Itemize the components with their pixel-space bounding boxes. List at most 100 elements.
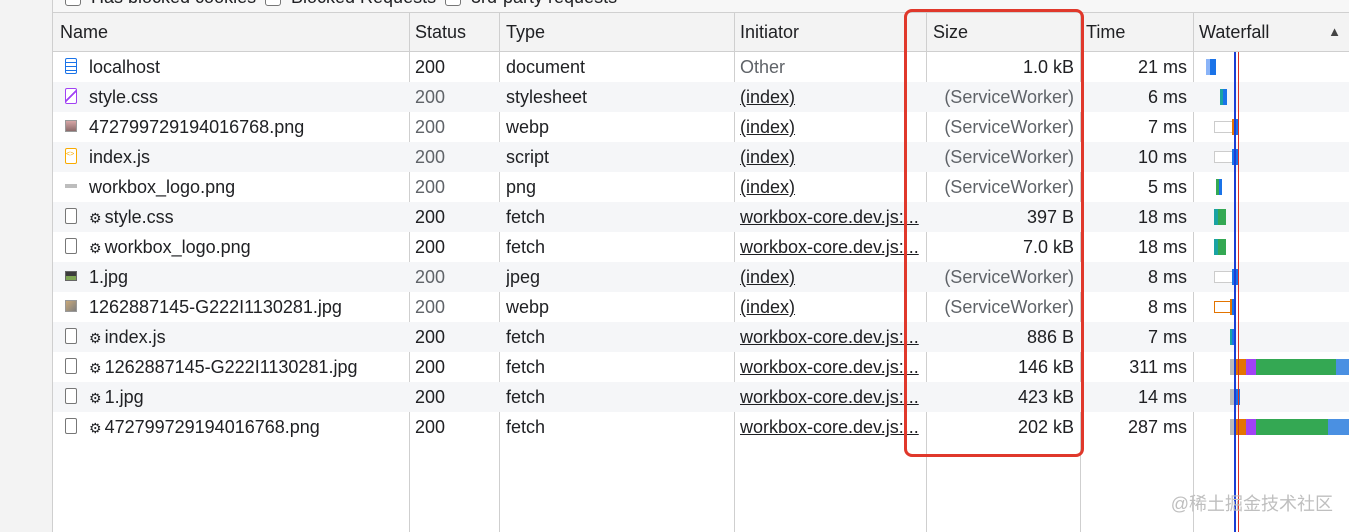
waterfall-label: Waterfall <box>1199 22 1270 42</box>
cell-type: fetch <box>506 207 546 227</box>
table-body: localhost 200 document Other 1.0 kB 21 m… <box>53 52 1349 442</box>
cell-initiator[interactable]: (index) <box>740 172 920 202</box>
request-name: 1.jpg <box>89 267 129 287</box>
cell-name[interactable]: ⚙ workbox_logo.png <box>65 232 405 262</box>
table-row[interactable]: ⚙ workbox_logo.png 200 fetch workbox-core… <box>53 232 1349 262</box>
waterfall-bar <box>1194 172 1349 202</box>
waterfall-bar <box>1194 52 1349 82</box>
table-row[interactable]: style.css 200 stylesheet (index) (Servic… <box>53 82 1349 112</box>
waterfall-bar <box>1194 82 1349 112</box>
cell-initiator[interactable]: workbox-core.dev.js:... <box>740 202 920 232</box>
table-row[interactable]: 472799729194016768.png 200 webp (index) … <box>53 112 1349 142</box>
cell-initiator[interactable]: (index) <box>740 292 920 322</box>
cell-initiator[interactable]: workbox-core.dev.js:... <box>740 352 920 382</box>
fetch-file-icon <box>65 208 77 225</box>
waterfall-segment <box>1214 151 1234 163</box>
table-row[interactable]: localhost 200 document Other 1.0 kB 21 m… <box>53 52 1349 82</box>
cell-name[interactable]: 472799729194016768.png <box>65 112 405 142</box>
cell-size: 1.0 kB <box>1022 57 1074 77</box>
cell-name[interactable]: 1262887145-G222I1130281.jpg <box>65 292 405 322</box>
cell-status: 200 <box>415 177 446 197</box>
cell-time: 6 ms <box>1147 87 1187 107</box>
cell-initiator[interactable]: workbox-core.dev.js:... <box>740 232 920 262</box>
column-header-initiator[interactable]: Initiator <box>740 13 799 51</box>
cell-initiator[interactable]: (index) <box>740 82 920 112</box>
cell-name[interactable]: ⚙ 472799729194016768.png <box>65 412 405 442</box>
filter-bar: Has blocked cookies Blocked Requests 3rd… <box>53 0 1349 13</box>
cell-type: jpeg <box>506 267 541 287</box>
cell-initiator[interactable]: (index) <box>740 112 920 142</box>
table-row[interactable]: workbox_logo.png 200 png (index) (Servic… <box>53 172 1349 202</box>
cell-type: script <box>506 147 550 167</box>
cell-name[interactable]: localhost <box>65 52 405 82</box>
request-name: workbox_logo.png <box>104 237 251 257</box>
cell-name[interactable]: ⚙ index.js <box>65 322 405 352</box>
column-header-waterfall[interactable]: Waterfall ▲ <box>1199 13 1347 51</box>
waterfall-segment <box>1214 271 1234 283</box>
cell-type: png <box>506 177 537 197</box>
gear-icon: ⚙ <box>89 420 102 436</box>
table-row[interactable]: ⚙ 472799729194016768.png 200 fetch workbo… <box>53 412 1349 442</box>
checkbox-icon[interactable] <box>65 0 81 6</box>
cell-size: 7.0 kB <box>1022 237 1074 257</box>
waterfall-segment <box>1246 359 1256 375</box>
waterfall-bar <box>1194 382 1349 412</box>
cell-name[interactable]: 1.jpg <box>65 262 405 292</box>
column-header-status[interactable]: Status <box>415 13 466 51</box>
cell-initiator[interactable]: (index) <box>740 142 920 172</box>
table-row[interactable]: ⚙ index.js 200 fetch workbox-core.dev.js:… <box>53 322 1349 352</box>
cell-status: 200 <box>415 387 446 407</box>
cell-size: (ServiceWorker) <box>944 117 1074 137</box>
filter-label: 3rd-party requests <box>471 0 617 8</box>
request-name: 1.jpg <box>104 387 144 407</box>
cell-name[interactable]: ⚙ 1262887145-G222I1130281.jpg <box>65 352 405 382</box>
cell-size: 397 B <box>1026 207 1074 227</box>
gear-icon: ⚙ <box>89 330 102 346</box>
table-row[interactable]: ⚙ 1.jpg 200 fetch workbox-core.dev.js:...… <box>53 382 1349 412</box>
gear-icon: ⚙ <box>89 390 102 406</box>
table-row[interactable]: 1262887145-G222I1130281.jpg 200 webp (in… <box>53 292 1349 322</box>
filter-has-blocked-cookies[interactable]: Has blocked cookies <box>65 0 256 8</box>
watermark: @稀土掘金技术社区 <box>1170 494 1333 514</box>
cell-type: document <box>506 57 586 77</box>
cell-name[interactable]: style.css <box>65 82 405 112</box>
request-name: workbox_logo.png <box>89 177 236 197</box>
request-name: style.css <box>104 207 174 227</box>
checkbox-icon[interactable] <box>445 0 461 6</box>
cell-name[interactable]: index.js <box>65 142 405 172</box>
waterfall-segment <box>1246 419 1256 435</box>
cell-initiator[interactable]: (index) <box>740 262 920 292</box>
waterfall-bar <box>1194 232 1349 262</box>
cell-status: 200 <box>415 117 446 137</box>
checkbox-icon[interactable] <box>265 0 281 6</box>
cell-initiator[interactable]: workbox-core.dev.js:... <box>740 382 920 412</box>
filter-blocked-requests[interactable]: Blocked Requests <box>265 0 436 8</box>
script-icon <box>65 148 77 165</box>
cell-initiator[interactable]: workbox-core.dev.js:... <box>740 322 920 352</box>
table-row[interactable]: ⚙ style.css 200 fetch workbox-core.dev.js… <box>53 202 1349 232</box>
filter-third-party-requests[interactable]: 3rd-party requests <box>445 0 617 8</box>
waterfall-segment <box>1218 239 1226 255</box>
table-row[interactable]: index.js 200 script (index) (ServiceWork… <box>53 142 1349 172</box>
table-row[interactable]: ⚙ 1262887145-G222I1130281.jpg 200 fetch w… <box>53 352 1349 382</box>
column-header-size[interactable]: Size <box>933 13 968 51</box>
column-header-time[interactable]: Time <box>1086 13 1125 51</box>
cell-name[interactable]: ⚙ 1.jpg <box>65 382 405 412</box>
waterfall-bar <box>1194 112 1349 142</box>
table-row[interactable]: 1.jpg 200 jpeg (index) (ServiceWorker) 8… <box>53 262 1349 292</box>
cell-name[interactable]: workbox_logo.png <box>65 172 405 202</box>
column-header-name[interactable]: Name <box>60 13 108 51</box>
cell-size: (ServiceWorker) <box>944 147 1074 167</box>
gear-icon: ⚙ <box>89 360 102 376</box>
left-gutter <box>0 0 53 532</box>
cell-size: 202 kB <box>1017 417 1074 437</box>
waterfall-segment <box>1219 179 1222 195</box>
cell-status: 200 <box>415 297 446 317</box>
filter-label: Has blocked cookies <box>91 0 256 8</box>
cell-time: 7 ms <box>1147 117 1187 137</box>
column-header-type[interactable]: Type <box>506 13 545 51</box>
gear-icon: ⚙ <box>89 240 102 256</box>
document-icon <box>65 58 77 75</box>
cell-name[interactable]: ⚙ style.css <box>65 202 405 232</box>
cell-initiator[interactable]: workbox-core.dev.js:... <box>740 412 920 442</box>
